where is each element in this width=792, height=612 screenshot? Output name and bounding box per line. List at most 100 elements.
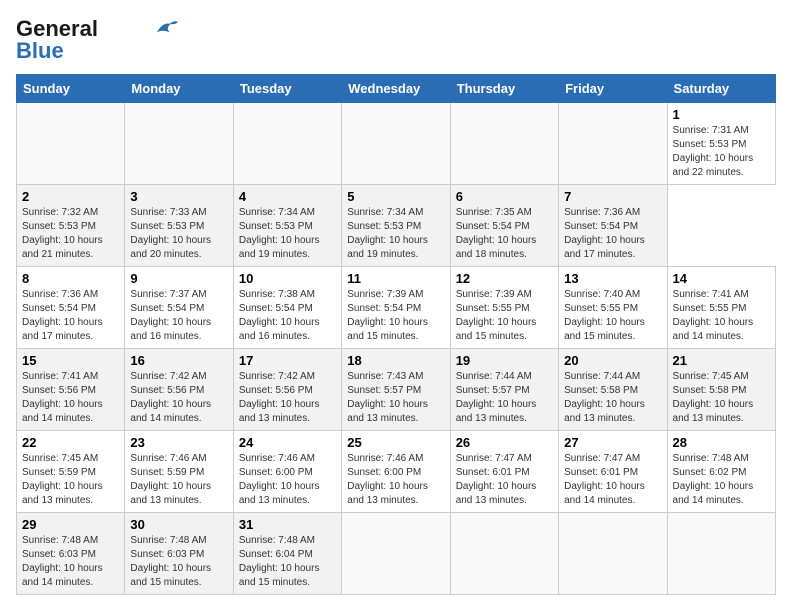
day-number: 27 (564, 435, 661, 450)
day-number: 26 (456, 435, 553, 450)
day-number: 22 (22, 435, 119, 450)
day-number: 1 (673, 107, 770, 122)
day-cell-8: 8Sunrise: 7:36 AMSunset: 5:54 PMDaylight… (17, 267, 125, 349)
empty-cell (233, 103, 341, 185)
day-cell-19: 19 Sunrise: 7:44 AMSunset: 5:57 PMDayligh… (450, 349, 558, 431)
day-number: 28 (673, 435, 770, 450)
day-number: 10 (239, 271, 336, 286)
day-number: 11 (347, 271, 444, 286)
day-cell-5: 5 Sunrise: 7:34 AMSunset: 5:53 PMDaylight… (342, 185, 450, 267)
day-number: 3 (130, 189, 227, 204)
day-info: Sunrise: 7:45 AMSunset: 5:59 PMDaylight:… (22, 452, 119, 508)
empty-cell (342, 103, 450, 185)
day-number: 25 (347, 435, 444, 450)
day-cell-21: 21 Sunrise: 7:45 AMSunset: 5:58 PMDayligh… (667, 349, 775, 431)
day-cell-10: 10 Sunrise: 7:38 AMSunset: 5:54 PMDayligh… (233, 267, 341, 349)
day-info: Sunrise: 7:37 AMSunset: 5:54 PMDaylight:… (130, 288, 227, 344)
calendar-header-tuesday: Tuesday (233, 75, 341, 103)
day-cell-26: 26Sunrise: 7:47 AMSunset: 6:01 PMDayligh… (450, 431, 558, 513)
day-info: Sunrise: 7:34 AMSunset: 5:53 PMDaylight:… (239, 206, 336, 262)
day-number: 2 (22, 189, 119, 204)
day-cell-29: 29 Sunrise: 7:48 AMSunset: 6:03 PMDayligh… (17, 513, 125, 595)
calendar-week-3: 8Sunrise: 7:36 AMSunset: 5:54 PMDaylight… (17, 267, 776, 349)
day-number: 6 (456, 189, 553, 204)
day-number: 4 (239, 189, 336, 204)
day-number: 18 (347, 353, 444, 368)
day-number: 5 (347, 189, 444, 204)
day-number: 13 (564, 271, 661, 286)
day-info: Sunrise: 7:34 AMSunset: 5:53 PMDaylight:… (347, 206, 444, 262)
day-cell-11: 11Sunrise: 7:39 AMSunset: 5:54 PMDayligh… (342, 267, 450, 349)
day-info: Sunrise: 7:46 AMSunset: 6:00 PMDaylight:… (239, 452, 336, 508)
calendar-week-4: 15 Sunrise: 7:41 AMSunset: 5:56 PMDayligh… (17, 349, 776, 431)
empty-cell (667, 513, 775, 595)
day-cell-15: 15 Sunrise: 7:41 AMSunset: 5:56 PMDayligh… (17, 349, 125, 431)
day-cell-25: 25Sunrise: 7:46 AMSunset: 6:00 PMDayligh… (342, 431, 450, 513)
day-number: 9 (130, 271, 227, 286)
calendar-body: 1 Sunrise: 7:31 AMSunset: 5:53 PMDaylight… (17, 103, 776, 595)
day-number: 21 (673, 353, 770, 368)
day-cell-14: 14Sunrise: 7:41 AMSunset: 5:55 PMDayligh… (667, 267, 775, 349)
calendar-week-5: 22 Sunrise: 7:45 AMSunset: 5:59 PMDayligh… (17, 431, 776, 513)
day-cell-20: 20 Sunrise: 7:44 AMSunset: 5:58 PMDayligh… (559, 349, 667, 431)
day-info: Sunrise: 7:31 AMSunset: 5:53 PMDaylight:… (673, 124, 770, 180)
day-info: Sunrise: 7:48 AMSunset: 6:04 PMDaylight:… (239, 534, 336, 590)
day-info: Sunrise: 7:35 AMSunset: 5:54 PMDaylight:… (456, 206, 553, 262)
day-number: 12 (456, 271, 553, 286)
day-number: 24 (239, 435, 336, 450)
day-info: Sunrise: 7:38 AMSunset: 5:54 PMDaylight:… (239, 288, 336, 344)
day-info: Sunrise: 7:48 AMSunset: 6:03 PMDaylight:… (130, 534, 227, 590)
day-number: 23 (130, 435, 227, 450)
day-cell-24: 24 Sunrise: 7:46 AMSunset: 6:00 PMDayligh… (233, 431, 341, 513)
day-cell-12: 12 Sunrise: 7:39 AMSunset: 5:55 PMDayligh… (450, 267, 558, 349)
day-cell-23: 23 Sunrise: 7:46 AMSunset: 5:59 PMDayligh… (125, 431, 233, 513)
day-cell-7: 7Sunrise: 7:36 AMSunset: 5:54 PMDaylight… (559, 185, 667, 267)
day-cell-9: 9 Sunrise: 7:37 AMSunset: 5:54 PMDaylight… (125, 267, 233, 349)
day-info: Sunrise: 7:32 AMSunset: 5:53 PMDaylight:… (22, 206, 119, 262)
day-info: Sunrise: 7:43 AMSunset: 5:57 PMDaylight:… (347, 370, 444, 426)
day-number: 30 (130, 517, 227, 532)
day-info: Sunrise: 7:41 AMSunset: 5:56 PMDaylight:… (22, 370, 119, 426)
empty-cell (559, 513, 667, 595)
day-number: 14 (673, 271, 770, 286)
calendar-header-monday: Monday (125, 75, 233, 103)
empty-cell (17, 103, 125, 185)
day-cell-4: 4 Sunrise: 7:34 AMSunset: 5:53 PMDaylight… (233, 185, 341, 267)
logo: General Blue (16, 16, 178, 64)
day-number: 19 (456, 353, 553, 368)
day-number: 29 (22, 517, 119, 532)
calendar-week-2: 2 Sunrise: 7:32 AMSunset: 5:53 PMDaylight… (17, 185, 776, 267)
calendar-week-1: 1 Sunrise: 7:31 AMSunset: 5:53 PMDaylight… (17, 103, 776, 185)
day-info: Sunrise: 7:46 AMSunset: 5:59 PMDaylight:… (130, 452, 227, 508)
day-cell-30: 30 Sunrise: 7:48 AMSunset: 6:03 PMDayligh… (125, 513, 233, 595)
day-cell-3: 3 Sunrise: 7:33 AMSunset: 5:53 PMDaylight… (125, 185, 233, 267)
day-number: 20 (564, 353, 661, 368)
day-cell-27: 27 Sunrise: 7:47 AMSunset: 6:01 PMDayligh… (559, 431, 667, 513)
day-number: 15 (22, 353, 119, 368)
day-info: Sunrise: 7:45 AMSunset: 5:58 PMDaylight:… (673, 370, 770, 426)
day-cell-16: 16Sunrise: 7:42 AMSunset: 5:56 PMDayligh… (125, 349, 233, 431)
day-cell-2: 2 Sunrise: 7:32 AMSunset: 5:53 PMDaylight… (17, 185, 125, 267)
day-info: Sunrise: 7:47 AMSunset: 6:01 PMDaylight:… (564, 452, 661, 508)
day-cell-6: 6 Sunrise: 7:35 AMSunset: 5:54 PMDaylight… (450, 185, 558, 267)
day-info: Sunrise: 7:39 AMSunset: 5:55 PMDaylight:… (456, 288, 553, 344)
calendar-header-friday: Friday (559, 75, 667, 103)
day-cell-28: 28 Sunrise: 7:48 AMSunset: 6:02 PMDayligh… (667, 431, 775, 513)
calendar-header-saturday: Saturday (667, 75, 775, 103)
day-number: 31 (239, 517, 336, 532)
day-info: Sunrise: 7:48 AMSunset: 6:03 PMDaylight:… (22, 534, 119, 590)
day-info: Sunrise: 7:40 AMSunset: 5:55 PMDaylight:… (564, 288, 661, 344)
day-info: Sunrise: 7:44 AMSunset: 5:57 PMDaylight:… (456, 370, 553, 426)
day-info: Sunrise: 7:44 AMSunset: 5:58 PMDaylight:… (564, 370, 661, 426)
empty-cell (450, 103, 558, 185)
day-info: Sunrise: 7:48 AMSunset: 6:02 PMDaylight:… (673, 452, 770, 508)
calendar-header-wednesday: Wednesday (342, 75, 450, 103)
calendar-header-sunday: Sunday (17, 75, 125, 103)
empty-cell (559, 103, 667, 185)
logo-bird-icon (150, 18, 178, 38)
day-info: Sunrise: 7:33 AMSunset: 5:53 PMDaylight:… (130, 206, 227, 262)
day-number: 17 (239, 353, 336, 368)
day-cell-1: 1 Sunrise: 7:31 AMSunset: 5:53 PMDaylight… (667, 103, 775, 185)
day-info: Sunrise: 7:42 AMSunset: 5:56 PMDaylight:… (239, 370, 336, 426)
day-info: Sunrise: 7:42 AMSunset: 5:56 PMDaylight:… (130, 370, 227, 426)
